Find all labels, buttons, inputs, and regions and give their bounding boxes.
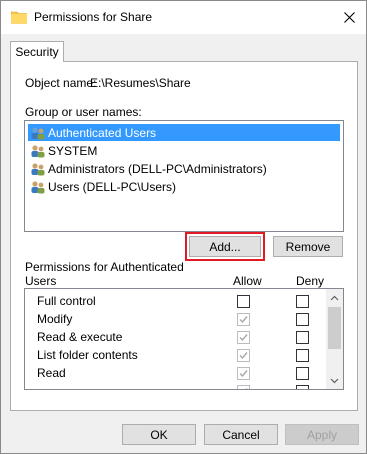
ok-button[interactable]: OK	[122, 424, 196, 445]
allow-checkbox[interactable]	[237, 295, 250, 308]
add-button[interactable]: Add...	[185, 232, 265, 261]
permission-row-list-folder-contents: List folder contents	[25, 346, 325, 364]
users-group-icon	[31, 162, 45, 175]
permission-row-read: Read	[25, 364, 325, 382]
apply-button: Apply	[285, 424, 359, 445]
deny-column-header: Deny	[296, 274, 325, 288]
deny-checkbox[interactable]	[296, 313, 309, 326]
users-group-icon	[31, 144, 45, 157]
user-item-administrators[interactable]: Administrators (DELL-PC\Administrators)	[28, 160, 340, 177]
group-names-label: Group or user names:	[25, 105, 142, 119]
permissions-scrollbar[interactable]	[326, 289, 343, 389]
deny-checkbox[interactable]	[296, 295, 309, 308]
permission-label: Full control	[37, 294, 96, 308]
deny-checkbox[interactable]	[296, 331, 309, 344]
allow-checkbox	[237, 367, 250, 380]
allow-checkbox	[237, 313, 250, 326]
user-item-label: Users (DELL-PC\Users)	[48, 179, 177, 194]
permission-label: Read & execute	[37, 330, 123, 344]
permission-row-partial	[25, 382, 325, 389]
scroll-thumb[interactable]	[328, 307, 341, 349]
permissions-label: Permissions for Authenticated Users	[25, 260, 184, 288]
tab-security[interactable]: Security	[10, 41, 64, 62]
allow-checkbox	[237, 385, 250, 389]
close-icon	[343, 12, 355, 23]
user-item-label: Administrators (DELL-PC\Administrators)	[48, 161, 267, 176]
users-list[interactable]: Authenticated Users SYSTEM Administrator…	[24, 120, 344, 232]
cancel-button[interactable]: Cancel	[204, 424, 278, 445]
chevron-up-icon	[330, 295, 339, 300]
object-name-value: E:\Resumes\Share	[90, 76, 191, 90]
scroll-down-button[interactable]	[326, 372, 343, 389]
deny-checkbox[interactable]	[296, 385, 309, 389]
users-group-icon	[31, 126, 45, 139]
title-bar: Permissions for Share	[1, 1, 366, 34]
permission-row-read-execute: Read & execute	[25, 328, 325, 346]
permission-row-modify: Modify	[25, 310, 325, 328]
permission-label: Read	[37, 366, 66, 380]
permissions-dialog: Permissions for Share Security Object na…	[0, 0, 367, 454]
users-group-icon	[31, 180, 45, 193]
permission-label: Modify	[37, 312, 73, 326]
scroll-up-button[interactable]	[326, 289, 343, 306]
chevron-down-icon	[330, 378, 339, 383]
allow-column-header: Allow	[233, 274, 262, 288]
object-name-label: Object name:	[25, 76, 97, 90]
allow-checkbox	[237, 349, 250, 362]
user-item-system[interactable]: SYSTEM	[28, 142, 340, 159]
checkmark-icon	[239, 370, 248, 378]
user-item-label: SYSTEM	[48, 143, 98, 158]
allow-checkbox	[237, 331, 250, 344]
folder-icon	[11, 11, 27, 24]
checkmark-icon	[239, 316, 248, 324]
user-item-authenticated-users[interactable]: Authenticated Users	[28, 124, 340, 141]
permissions-list[interactable]: Full control Modify Read & execute List	[24, 288, 344, 390]
checkmark-icon	[245, 388, 248, 389]
checkmark-icon	[239, 352, 248, 360]
user-item-users[interactable]: Users (DELL-PC\Users)	[28, 178, 340, 195]
deny-checkbox[interactable]	[296, 367, 309, 380]
checkmark-icon	[239, 334, 248, 342]
security-panel: Object name: E:\Resumes\Share Group or u…	[10, 61, 358, 411]
user-item-label: Authenticated Users	[48, 125, 157, 140]
close-button[interactable]	[332, 1, 366, 34]
permission-row-full-control: Full control	[25, 292, 325, 310]
remove-button[interactable]: Remove	[273, 236, 343, 257]
permission-label: List folder contents	[37, 348, 138, 362]
deny-checkbox[interactable]	[296, 349, 309, 362]
window-title: Permissions for Share	[34, 10, 153, 24]
